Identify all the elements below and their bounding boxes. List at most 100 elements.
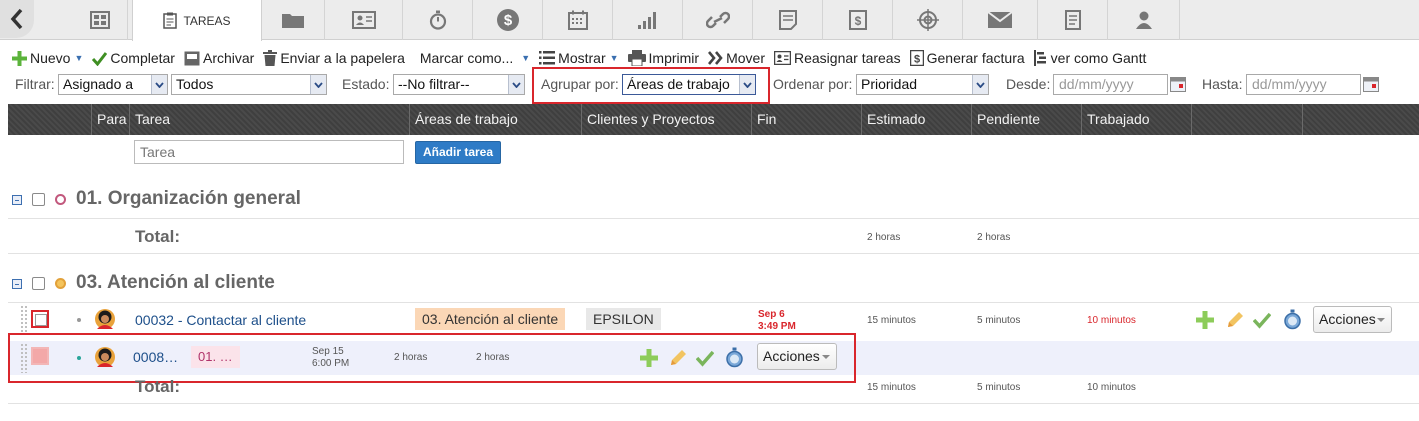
mark-as-label: Marcar como... bbox=[419, 50, 514, 66]
area-badge[interactable]: 03. Atención al cliente bbox=[415, 308, 566, 330]
double-chevron-right-icon bbox=[708, 51, 723, 65]
archive-icon bbox=[184, 51, 200, 65]
tab-templates[interactable] bbox=[1038, 0, 1108, 40]
chevron-down-icon bbox=[151, 75, 167, 94]
tab-timer[interactable] bbox=[403, 0, 473, 40]
archive-button[interactable]: Archivar bbox=[184, 50, 254, 66]
complete-button[interactable]: Completar bbox=[92, 50, 175, 66]
link-icon bbox=[705, 11, 730, 29]
tab-users[interactable] bbox=[1108, 0, 1180, 40]
tab-tareas[interactable]: TAREAS bbox=[132, 0, 262, 41]
group-checkbox[interactable] bbox=[32, 193, 45, 206]
from-date-placeholder: dd/mm/yyyy bbox=[1059, 76, 1134, 92]
tab-links[interactable] bbox=[683, 0, 753, 40]
caret-down-icon: ▼ bbox=[609, 53, 619, 63]
task-title-link[interactable]: 00032 - Contactar al cliente bbox=[135, 312, 306, 328]
actions-dropdown-label: Acciones bbox=[1319, 311, 1376, 327]
bar-chart-icon bbox=[637, 12, 656, 29]
invoice-button-label: Generar factura bbox=[926, 50, 1025, 66]
column-para[interactable]: Para bbox=[92, 104, 130, 135]
task-estimado: 15 minutos bbox=[867, 315, 916, 326]
client-badge[interactable]: EPSILON bbox=[586, 308, 661, 330]
clipboard-icon bbox=[163, 12, 178, 29]
dollar-document-icon: $ bbox=[848, 10, 867, 30]
collapse-group-icon[interactable] bbox=[12, 279, 22, 289]
column-clientes[interactable]: Clientes y Proyectos bbox=[582, 104, 752, 135]
sort-by-label: Ordenar por: bbox=[773, 76, 853, 92]
sort-by-select-value: Prioridad bbox=[861, 76, 918, 92]
from-date-input[interactable]: dd/mm/yyyy bbox=[1053, 74, 1168, 95]
new-button[interactable]: Nuevo ▼ bbox=[12, 50, 83, 66]
print-button[interactable]: Imprimir bbox=[627, 50, 700, 66]
group-total-estimado: 2 horas bbox=[867, 232, 901, 243]
dashboard-grid-icon bbox=[89, 11, 110, 29]
list-icon bbox=[539, 51, 556, 65]
tab-goals[interactable] bbox=[893, 0, 963, 40]
back-button[interactable] bbox=[0, 0, 34, 38]
status-label: Estado: bbox=[342, 76, 390, 92]
archive-button-label: Archivar bbox=[202, 50, 255, 66]
tab-dashboard[interactable] bbox=[72, 0, 128, 40]
assignee-select-value: Todos bbox=[176, 76, 214, 92]
trash-button[interactable]: Enviar a la papelera bbox=[263, 50, 405, 66]
avatar[interactable] bbox=[94, 308, 116, 330]
group-total-label: Total: bbox=[135, 227, 181, 246]
envelope-icon bbox=[987, 11, 1013, 28]
reassign-button[interactable]: Reasignar tareas bbox=[773, 50, 901, 66]
add-task-button[interactable]: Añadir tarea bbox=[415, 141, 501, 164]
to-date-input[interactable]: dd/mm/yyyy bbox=[1246, 74, 1361, 95]
to-label: Hasta: bbox=[1202, 76, 1243, 92]
tab-expenses[interactable]: $ bbox=[823, 0, 893, 40]
column-areas[interactable]: Áreas de trabajo bbox=[410, 104, 582, 135]
tab-email[interactable] bbox=[963, 0, 1038, 40]
assignee-select[interactable]: Todos bbox=[171, 74, 327, 95]
tab-contacts[interactable] bbox=[325, 0, 403, 40]
dollar-document-icon: $ bbox=[909, 50, 924, 66]
filter-label: Filtrar: bbox=[15, 76, 55, 92]
tab-reports[interactable] bbox=[613, 0, 683, 40]
due-date: Sep 6 bbox=[758, 309, 785, 320]
stopwatch-icon bbox=[429, 10, 446, 30]
new-task-input[interactable]: Tarea bbox=[134, 140, 404, 164]
calendar-icon[interactable] bbox=[1363, 77, 1379, 92]
tab-calendar[interactable] bbox=[543, 0, 613, 40]
column-pendiente[interactable]: Pendiente bbox=[972, 104, 1082, 135]
group-checkbox[interactable] bbox=[32, 277, 45, 290]
status-select[interactable]: --No filtrar-- bbox=[393, 74, 525, 95]
caret-down-icon bbox=[1377, 318, 1385, 322]
calendar-icon[interactable] bbox=[1170, 77, 1186, 92]
task-checkbox[interactable] bbox=[31, 310, 49, 328]
tab-documents[interactable] bbox=[262, 0, 325, 40]
status-select-value: --No filtrar-- bbox=[398, 76, 470, 92]
drag-handle[interactable] bbox=[20, 305, 28, 335]
show-menu[interactable]: Mostrar ▼ bbox=[539, 50, 619, 66]
column-trabajado[interactable]: Trabajado bbox=[1082, 104, 1192, 135]
move-button[interactable]: Mover bbox=[708, 50, 765, 66]
caret-down-icon: ▼ bbox=[521, 53, 531, 63]
filter-select[interactable]: Asignado a bbox=[58, 74, 168, 95]
dollar-circle-icon: $ bbox=[496, 9, 519, 31]
edit-pencil-icon[interactable] bbox=[1225, 310, 1245, 330]
column-fin[interactable]: Fin bbox=[752, 104, 862, 135]
stopwatch-icon[interactable] bbox=[1283, 309, 1302, 330]
print-button-label: Imprimir bbox=[648, 50, 700, 66]
mark-as-menu[interactable]: Marcar como... ▼ bbox=[420, 50, 530, 66]
tab-notes[interactable] bbox=[753, 0, 823, 40]
task-toolbar: Nuevo ▼ Completar Archivar Enviar a la pa… bbox=[12, 48, 1155, 68]
actions-dropdown[interactable]: Acciones bbox=[1313, 306, 1392, 333]
column-tarea[interactable]: Tarea bbox=[130, 104, 410, 135]
sort-by-select[interactable]: Prioridad bbox=[856, 74, 989, 95]
drag-row-highlight bbox=[8, 333, 856, 383]
complete-check-icon[interactable] bbox=[1253, 311, 1271, 329]
tab-tareas-label: TAREAS bbox=[183, 13, 231, 28]
group-title: 03. Atención al cliente bbox=[76, 272, 275, 293]
column-estimado[interactable]: Estimado bbox=[862, 104, 972, 135]
svg-text:$: $ bbox=[503, 12, 512, 29]
gantt-button[interactable]: ver como Gantt bbox=[1033, 50, 1146, 66]
add-subtask-icon[interactable] bbox=[1196, 311, 1214, 329]
tab-billing[interactable]: $ bbox=[473, 0, 543, 40]
invoice-button[interactable]: $ Generar factura bbox=[909, 50, 1025, 66]
complete-button-label: Completar bbox=[110, 50, 175, 66]
contact-card-icon bbox=[351, 11, 376, 29]
collapse-group-icon[interactable] bbox=[12, 195, 22, 205]
